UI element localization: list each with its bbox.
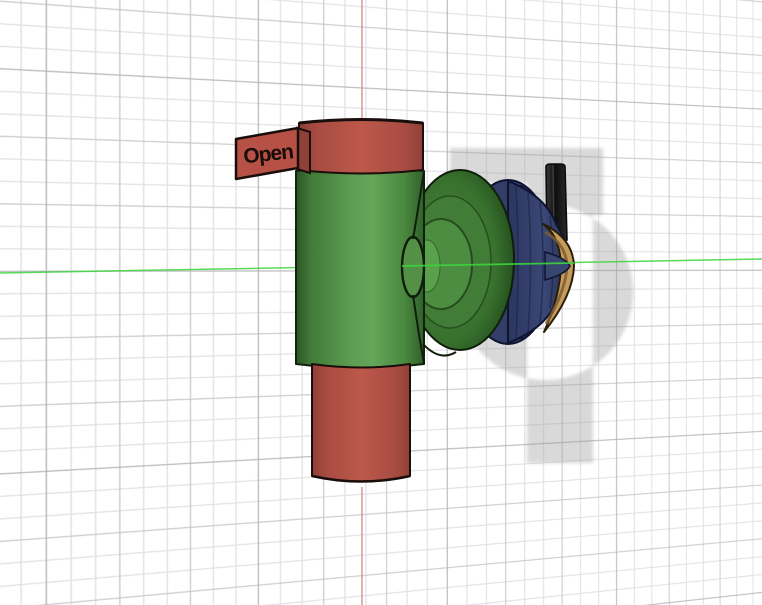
- bottom-red-pipe[interactable]: [311, 363, 411, 483]
- top-red-cap[interactable]: [298, 118, 424, 175]
- valve-body-lens: [400, 235, 426, 299]
- model-scene: Open: [0, 0, 762, 605]
- cad-3d-canvas[interactable]: Open: [0, 0, 762, 605]
